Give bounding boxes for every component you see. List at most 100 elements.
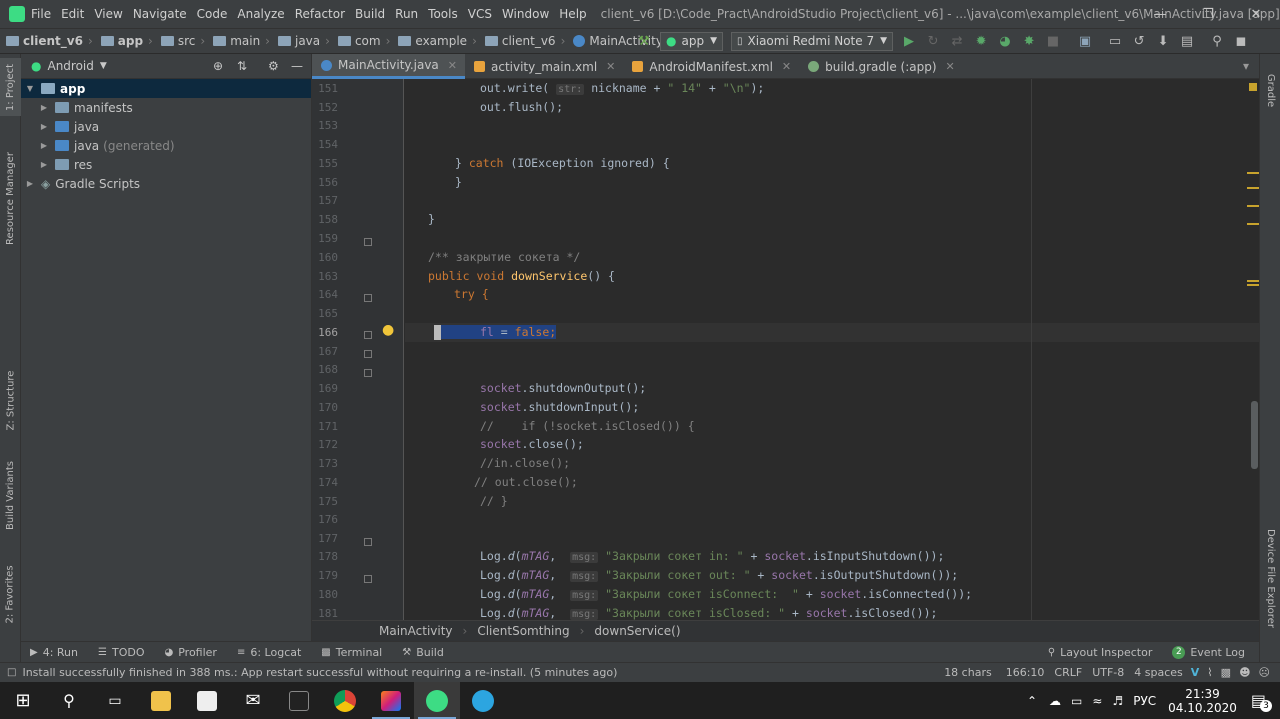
search-button[interactable]: ⚲ [46, 682, 92, 719]
project-view-select[interactable]: Android [47, 59, 93, 73]
project-tool-tab[interactable]: 1: Project [0, 58, 21, 116]
event-log-button[interactable]: 2 Event Log [1172, 645, 1245, 659]
tab-activity-main-xml[interactable]: activity_main.xml ✕ [465, 54, 623, 79]
resource-manager-tab[interactable]: Resource Manager [0, 144, 21, 252]
clock[interactable]: 21:39 04.10.2020 [1168, 687, 1237, 715]
inspector-face-icon[interactable]: ☻ [1239, 666, 1250, 679]
file-explorer-button[interactable] [138, 682, 184, 719]
chrome-button[interactable] [322, 682, 368, 719]
todo-tool-button[interactable]: ☰ TODO [98, 646, 144, 659]
hide-icon[interactable]: — [291, 59, 303, 73]
stop-icon[interactable]: ■ [1041, 29, 1065, 53]
fold-icon[interactable] [364, 369, 372, 377]
close-tab-icon[interactable]: ✕ [448, 59, 457, 72]
run-icon[interactable]: ▶ [897, 29, 921, 53]
breadcrumb-main[interactable]: main › [207, 34, 270, 48]
android-check-icon[interactable]: V [1191, 666, 1200, 679]
menu-refactor[interactable]: Refactor [295, 7, 345, 21]
warning-stripe[interactable] [1247, 284, 1259, 286]
breadcrumb-src[interactable]: src › [155, 34, 205, 48]
close-icon[interactable]: ✕ [1232, 0, 1280, 29]
fold-icon[interactable] [364, 538, 372, 546]
breadcrumb-java[interactable]: java › [272, 34, 330, 48]
tab-build-gradle[interactable]: build.gradle (:app) ✕ [799, 54, 963, 79]
status-toggle-icon[interactable]: □ [7, 667, 16, 678]
breadcrumb-example[interactable]: example › [392, 34, 477, 48]
restore-icon[interactable]: ❐ [1184, 0, 1232, 29]
menu-run[interactable]: Run [395, 7, 418, 21]
build-variants-tab[interactable]: Build Variants [0, 454, 21, 536]
menu-edit[interactable]: Edit [61, 7, 84, 21]
locate-icon[interactable]: ⊕ [213, 59, 223, 73]
hammer-icon[interactable]: ⚒ [632, 29, 656, 53]
close-tab-icon[interactable]: ✕ [782, 60, 791, 73]
status-message[interactable]: Install successfully finished in 388 ms.… [22, 666, 617, 679]
menu-code[interactable]: Code [197, 7, 228, 21]
crumb-inner-class[interactable]: ClientSomthing [477, 624, 569, 638]
tree-item-manifests[interactable]: ▶ manifests [21, 98, 311, 117]
telegram-button[interactable] [460, 682, 506, 719]
tree-item-java-generated[interactable]: ▶ java (generated) [21, 136, 311, 155]
avd-manager-icon[interactable]: ▭ [1103, 29, 1127, 53]
git-icon[interactable]: ⌇ [1207, 666, 1212, 679]
wifi-icon[interactable]: ≈ [1092, 694, 1102, 708]
attach-debugger-icon[interactable]: ✸ [1017, 29, 1041, 53]
apply-changes-icon[interactable]: ⇄ [945, 29, 969, 53]
warning-marker-icon[interactable] [1249, 83, 1257, 91]
store-button[interactable] [184, 682, 230, 719]
menu-window[interactable]: Window [502, 7, 549, 21]
profiler-tool-button[interactable]: ◕ Profiler [164, 646, 216, 659]
android-studio-button[interactable] [414, 682, 460, 719]
tab-mainactivity-java[interactable]: MainActivity.java ✕ [312, 54, 465, 79]
close-tab-icon[interactable]: ✕ [946, 60, 955, 73]
tree-item-gradle-scripts[interactable]: ▶ ◈ Gradle Scripts [21, 174, 311, 193]
gradle-tool-tab[interactable]: Gradle [1260, 60, 1280, 120]
lock-icon[interactable]: ▩ [1221, 666, 1231, 679]
warning-stripe[interactable] [1247, 280, 1259, 282]
lightbulb-icon[interactable]: ● [382, 322, 394, 338]
breadcrumb-com[interactable]: com › [332, 34, 390, 48]
gear-icon[interactable]: ⚙ [268, 59, 279, 73]
logcat-tool-button[interactable]: ≡ 6: Logcat [237, 646, 301, 659]
terminal-tool-button[interactable]: ▩ Terminal [321, 646, 382, 659]
intellij-button[interactable] [368, 682, 414, 719]
menu-analyze[interactable]: Analyze [237, 7, 284, 21]
battery-icon[interactable]: ▭ [1071, 694, 1082, 708]
code-editor[interactable]: out.write( str: nickname + " 14" + "\n")… [405, 79, 1259, 620]
minimize-icon[interactable]: — [1136, 0, 1184, 29]
tree-item-java[interactable]: ▶ java [21, 117, 311, 136]
breadcrumb-app[interactable]: app › [95, 34, 153, 48]
crumb-class[interactable]: MainActivity [379, 624, 453, 638]
debug-icon[interactable]: ✹ [969, 29, 993, 53]
profile-status-icon[interactable]: ◼ [1229, 29, 1253, 53]
scroll-thumb[interactable] [1251, 401, 1258, 469]
fold-icon[interactable] [364, 294, 372, 302]
indent-setting[interactable]: 4 spaces [1134, 666, 1183, 679]
warning-stripe[interactable] [1247, 205, 1259, 207]
fold-icon[interactable] [364, 575, 372, 583]
device-select[interactable]: ▯ Xiaomi Redmi Note 7 ▼ [731, 31, 894, 51]
menu-view[interactable]: View [94, 7, 122, 21]
profile-icon[interactable]: ◕ [993, 29, 1017, 53]
volume-icon[interactable]: ♬ [1112, 694, 1123, 708]
file-encoding[interactable]: UTF-8 [1092, 666, 1124, 679]
cmd-button[interactable] [276, 682, 322, 719]
sdk-manager-icon[interactable]: ⬇ [1151, 29, 1175, 53]
chevron-down-icon[interactable]: ▼ [100, 61, 107, 71]
run-config-select[interactable]: ● app ▼ [660, 31, 723, 51]
close-tab-icon[interactable]: ✕ [606, 60, 615, 73]
tree-item-res[interactable]: ▶ res [21, 155, 311, 174]
device-manager-icon[interactable]: ▤ [1175, 29, 1199, 53]
tab-menu-icon[interactable]: ▾ [1233, 54, 1259, 78]
breadcrumb-project[interactable]: client_v6 › [0, 34, 93, 48]
device-file-explorer-tab[interactable]: Device File Explorer [1260, 522, 1280, 634]
warning-stripe[interactable] [1247, 187, 1259, 189]
warning-stripe[interactable] [1247, 172, 1259, 174]
run-tool-button[interactable]: ▶ 4: Run [30, 646, 78, 659]
language-indicator[interactable]: РУС [1133, 694, 1156, 708]
structure-tool-tab[interactable]: Z: Structure [0, 364, 21, 436]
menu-vcs[interactable]: VCS [468, 7, 492, 21]
menu-help[interactable]: Help [559, 7, 586, 21]
tree-item-app[interactable]: ▼ app [21, 79, 311, 98]
project-structure-icon[interactable]: ▣ [1073, 29, 1097, 53]
